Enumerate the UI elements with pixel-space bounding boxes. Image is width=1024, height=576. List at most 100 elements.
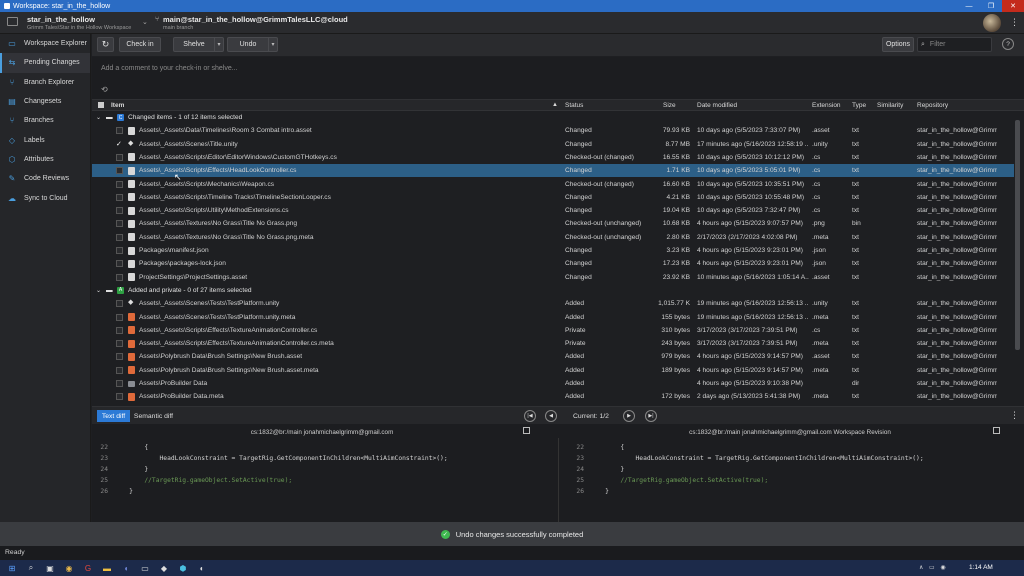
history-icon[interactable]: ⟲ [101, 85, 108, 94]
right-pane-maximize-icon[interactable] [993, 427, 1000, 434]
row-checkbox[interactable] [116, 180, 123, 188]
terminal-icon[interactable]: ▭ [138, 561, 152, 575]
row-checkbox[interactable] [116, 220, 123, 228]
row-checkbox[interactable] [116, 233, 123, 241]
table-row[interactable]: Assets\_Assets\Scripts\Editor\EditorWind… [92, 151, 1014, 164]
table-row[interactable]: Assets\_Assets\Textures\No Grass\Title N… [92, 217, 1014, 230]
sidebar-item-sync-to-cloud[interactable]: ☁ Sync to Cloud [0, 188, 90, 207]
row-checkbox[interactable] [116, 300, 123, 308]
sidebar-item-attributes[interactable]: ⬡ Attributes [0, 150, 90, 169]
tab-semantic-diff[interactable]: Semantic diff [131, 410, 176, 422]
col-status[interactable]: Status [565, 102, 583, 109]
more-options-icon[interactable]: ⋮ [1010, 17, 1019, 28]
sidebar-item-branches[interactable]: ⑂ Branches [0, 111, 90, 130]
row-checkbox[interactable] [116, 353, 123, 361]
table-row[interactable]: Assets\_Assets\Scripts\Timeline Tracks\T… [92, 191, 1014, 204]
col-similarity[interactable]: Similarity [877, 102, 903, 109]
row-checkbox[interactable] [116, 340, 123, 348]
table-row[interactable]: Assets\_Assets\Scripts\Mechanics\Weapon.… [92, 178, 1014, 191]
diff-more-icon[interactable]: ⋮ [1010, 410, 1019, 421]
refresh-button[interactable]: ↻ [97, 37, 114, 52]
close-button[interactable]: ✕ [1002, 0, 1024, 12]
row-checkbox[interactable] [116, 193, 123, 201]
last-diff-icon[interactable]: ▶| [645, 410, 657, 422]
table-row[interactable]: Assets\Polybrush Data\Brush Settings\New… [92, 350, 1014, 363]
table-row[interactable]: ✓ ◆ Assets\_Assets\Scenes\Title.unity Chang… [92, 138, 1014, 151]
table-row[interactable]: Assets\_Assets\Textures\No Grass\Title N… [92, 231, 1014, 244]
row-checkbox[interactable] [116, 380, 123, 387]
row-checkbox[interactable] [116, 313, 123, 321]
prev-diff-icon[interactable]: ◀ [545, 410, 557, 422]
chrome-icon[interactable]: ◉ [62, 561, 76, 575]
windows-start-icon[interactable]: ⊞ [5, 561, 19, 575]
sidebar-item-code-reviews[interactable]: ✎ Code Reviews [0, 169, 90, 188]
select-all-checkbox[interactable] [98, 102, 104, 108]
table-row[interactable]: ProjectSettings\ProjectSettings.asset Cha… [92, 271, 1014, 284]
checkin-button[interactable]: Check in [119, 37, 161, 52]
avatar[interactable] [983, 14, 1001, 32]
tab-text-diff[interactable]: Text diff [97, 410, 130, 422]
options-button[interactable]: Options [882, 37, 914, 52]
undo-button[interactable]: Undo [227, 37, 269, 52]
discord-icon[interactable]: ◖ [119, 561, 133, 575]
left-pane-maximize-icon[interactable] [523, 427, 530, 434]
branch-selector[interactable]: main@star_in_the_hollow@GrimmTalesLLC@cl… [163, 15, 348, 31]
next-diff-icon[interactable]: ▶ [623, 410, 635, 422]
row-checkbox[interactable] [116, 273, 123, 281]
row-checkbox[interactable] [116, 207, 123, 215]
search-taskbar-icon[interactable]: ⌕ [24, 561, 38, 575]
sidebar-item-branch-explorer[interactable]: ⑂ Branch Explorer [0, 73, 90, 92]
list-scrollbar[interactable] [1015, 120, 1020, 350]
col-date[interactable]: Date modified [697, 102, 737, 109]
table-row[interactable]: Assets\ProBuilder Data.meta Added 172 byte… [92, 390, 1014, 403]
row-checkbox[interactable] [116, 326, 123, 334]
table-row[interactable]: Assets\_Assets\Scripts\Effects\TextureAn… [92, 324, 1014, 337]
filter-input[interactable]: ⌕ Filter [917, 37, 992, 52]
collapse-icon[interactable]: ⌄ [96, 114, 101, 121]
col-size[interactable]: Size [663, 102, 676, 109]
row-checkbox[interactable] [116, 167, 123, 175]
app-taskbar-icon[interactable]: ◐ [195, 561, 209, 575]
table-row[interactable]: Packages\manifest.json Changed 3.23 KB 4 ho… [92, 244, 1014, 257]
table-row[interactable]: Assets\_Assets\Scripts\Utility\MethodExt… [92, 204, 1014, 217]
group-checkbox[interactable]: ▬ [106, 287, 113, 294]
workspace-chevron-icon[interactable]: ⌄ [142, 18, 148, 26]
group-header[interactable]: ⌄ ▬ C Changed items - 1 of 12 items selecte… [92, 111, 1014, 124]
row-checkbox[interactable] [116, 260, 123, 268]
system-tray[interactable]: ∧ ▭ ◉ [919, 564, 948, 571]
sidebar-item-workspace-explorer[interactable]: ▭ Workspace Explorer [0, 34, 90, 53]
col-extension[interactable]: Extension [812, 102, 841, 109]
group-checkbox[interactable]: ▬ [106, 114, 113, 121]
restore-button[interactable]: ❐ [980, 0, 1002, 12]
row-checkbox[interactable] [116, 366, 123, 374]
table-row[interactable]: Assets\_Assets\Scenes\Tests\TestPlatform… [92, 311, 1014, 324]
undo-dropdown-icon[interactable]: ▾ [269, 37, 278, 52]
sidebar-item-pending-changes[interactable]: ⇆ Pending Changes [0, 53, 90, 73]
chrome-alt-icon[interactable]: G [81, 561, 95, 575]
col-repository[interactable]: Repository [917, 102, 948, 109]
col-item[interactable]: Item [111, 102, 124, 109]
first-diff-icon[interactable]: |◀ [524, 410, 536, 422]
col-type[interactable]: Type [852, 102, 866, 109]
checkin-comment-box[interactable]: Add a comment to your check-in or shelve… [92, 57, 1024, 100]
row-checkbox[interactable] [116, 393, 123, 401]
table-row[interactable]: Assets\ProBuilder Data Added 4 hours ago (… [92, 377, 1014, 390]
table-row[interactable]: ◆ Assets\_Assets\Scenes\Tests\TestPlatfor… [92, 297, 1014, 310]
unity-icon[interactable]: ◆ [157, 561, 171, 575]
shelve-dropdown-icon[interactable]: ▾ [215, 37, 224, 52]
table-row[interactable]: Packages\packages-lock.json Changed 17.23 … [92, 257, 1014, 270]
sidebar-item-changesets[interactable]: ▤ Changesets [0, 92, 90, 111]
group-header[interactable]: ⌄ ▬ A Added and private - 0 of 27 items sel… [92, 284, 1014, 297]
workspace-selector[interactable]: star_in_the_hollow Grimm Tales\Star in t… [27, 15, 131, 31]
row-checkbox[interactable]: ✓ [116, 140, 123, 148]
shelve-button[interactable]: Shelve [173, 37, 215, 52]
table-row[interactable]: Assets\Polybrush Data\Brush Settings\New… [92, 364, 1014, 377]
row-checkbox[interactable] [116, 127, 123, 135]
row-checkbox[interactable] [116, 247, 123, 254]
table-row[interactable]: Assets\_Assets\Scripts\Effects\TextureAn… [92, 337, 1014, 350]
table-row[interactable]: Assets\_Assets\Scripts\Effects\HeadLookC… [92, 164, 1014, 178]
plastic-icon[interactable]: ⬢ [176, 561, 190, 575]
table-row[interactable]: Assets\_Assets\Data\Timelines\Room 3 Com… [92, 124, 1014, 137]
explorer-icon[interactable]: ▬ [100, 561, 114, 575]
row-checkbox[interactable] [116, 153, 123, 161]
